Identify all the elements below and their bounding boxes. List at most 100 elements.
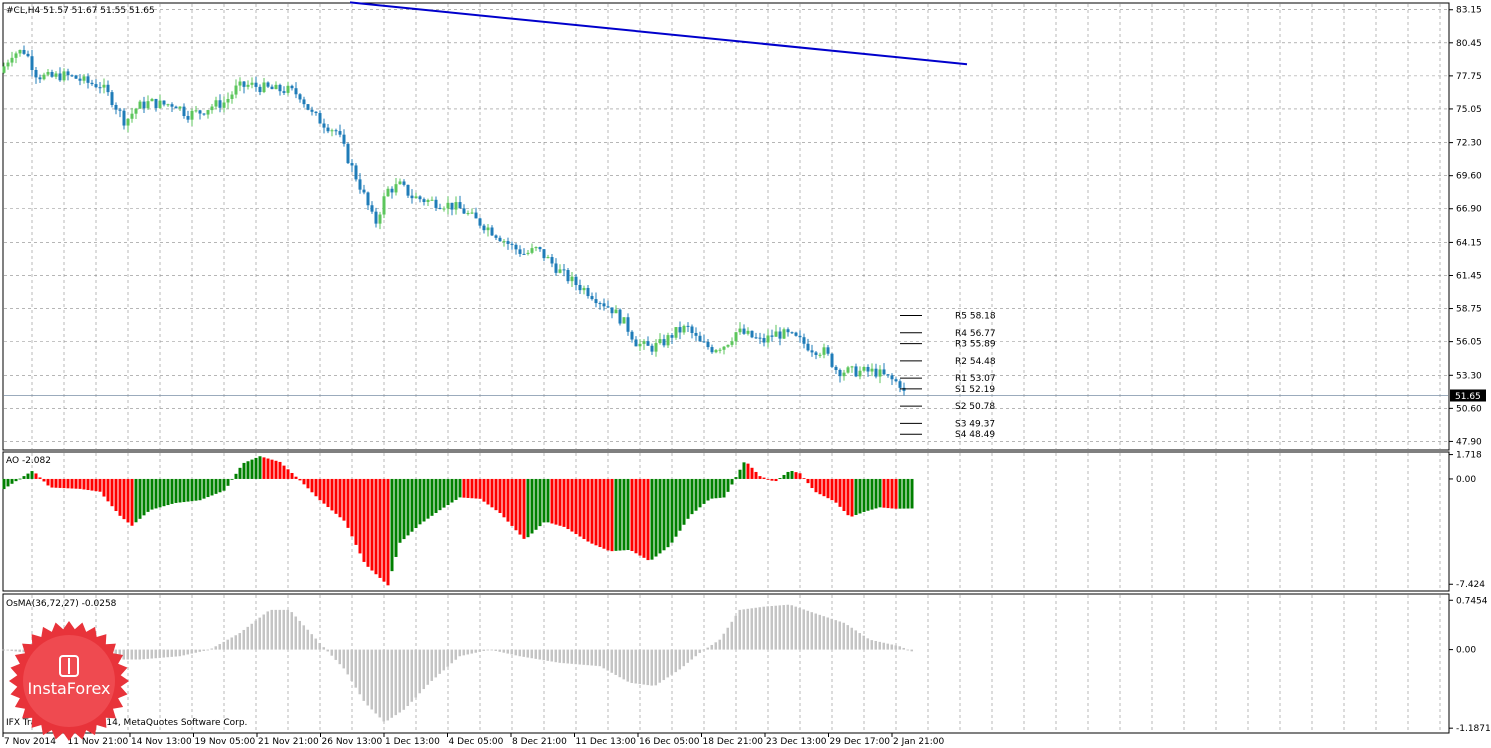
osma-bar <box>610 649 613 673</box>
ao-bar <box>502 478 506 518</box>
osma-bar <box>366 649 369 706</box>
candle-body <box>722 346 726 350</box>
price-title: #CL,H4 51.57 51.67 51.55 51.65 <box>6 6 155 16</box>
ao-bar <box>66 478 70 489</box>
candle-body <box>810 350 814 353</box>
candle-body <box>586 287 590 297</box>
pivot-label: R3 55.89 <box>955 340 996 350</box>
osma-bar <box>714 642 717 650</box>
osma-bar <box>498 649 501 652</box>
osma-bar <box>834 620 837 650</box>
ao-bar <box>646 478 650 561</box>
candle-body <box>134 108 138 114</box>
candle-body <box>446 202 450 209</box>
candle-body <box>370 205 374 212</box>
osma-bar <box>298 620 301 650</box>
ao-bar <box>10 478 14 484</box>
ao-bar <box>402 478 406 540</box>
ao-bar <box>858 478 862 514</box>
ao-bar <box>30 471 34 479</box>
candle-body <box>486 227 490 231</box>
ao-bar <box>810 478 814 489</box>
candle-body <box>746 330 750 334</box>
osma-bar <box>522 649 525 657</box>
ao-bar <box>302 478 306 485</box>
ao-bar <box>678 478 682 531</box>
osma-bar <box>738 609 741 650</box>
osma-bar <box>646 649 649 686</box>
osma-bar <box>326 649 329 652</box>
candle-body <box>314 111 318 114</box>
candle-body <box>454 202 458 210</box>
y-tick-label: 0.00 <box>1456 646 1476 656</box>
candle-body <box>482 225 486 231</box>
candle-body <box>498 237 502 242</box>
candle-body <box>366 192 370 206</box>
candle-body <box>346 143 350 164</box>
ao-bar <box>882 478 886 508</box>
osma-bar <box>202 649 205 651</box>
ao-bar <box>690 478 694 515</box>
osma-bar <box>314 638 317 650</box>
x-tick-label: 19 Nov 05:00 <box>195 737 256 747</box>
candle-body <box>298 94 302 100</box>
osma-bar <box>802 609 805 650</box>
x-tick-label: 11 Dec 13:00 <box>576 737 637 747</box>
candle-body <box>662 339 666 346</box>
osma-bar <box>458 649 461 657</box>
candle-body <box>870 368 874 372</box>
ao-bar <box>118 478 122 516</box>
candle-body <box>70 75 74 77</box>
candle-body <box>578 285 582 291</box>
ao-bar <box>390 478 394 572</box>
candle-body <box>30 56 34 71</box>
ao-bar <box>286 469 290 479</box>
osma-bar <box>538 649 541 660</box>
osma-bar <box>758 607 761 650</box>
y-tick-label: 66.90 <box>1456 205 1482 215</box>
osma-bar <box>754 607 757 650</box>
osma-bar <box>850 627 853 650</box>
ao-bar <box>806 478 810 484</box>
candle-body <box>414 196 418 199</box>
candle-body <box>638 343 642 347</box>
candle-body <box>546 257 550 259</box>
ao-bar <box>706 478 710 501</box>
ao-bar <box>838 478 842 507</box>
osma-bar <box>442 649 445 671</box>
candle-body <box>674 327 678 338</box>
osma-bar <box>518 649 521 657</box>
osma-bar <box>330 649 333 656</box>
ao-bar <box>486 478 490 505</box>
osma-bar <box>562 649 565 664</box>
osma-bar <box>542 649 545 661</box>
osma-bar <box>146 649 149 659</box>
osma-bar <box>450 649 453 664</box>
candle-body <box>666 335 670 346</box>
ao-bar <box>110 478 114 507</box>
candle-body <box>90 82 94 85</box>
candle-body <box>710 347 714 353</box>
candle-body <box>118 109 122 111</box>
y-tick-label: 80.45 <box>1456 39 1482 49</box>
ao-bar <box>526 478 530 538</box>
ao-bar <box>234 473 238 479</box>
candle-body <box>730 341 734 345</box>
osma-bar <box>150 649 153 659</box>
osma-bar <box>134 649 137 660</box>
osma-bar <box>402 649 405 710</box>
ao-bar <box>870 478 874 510</box>
ao-bar <box>54 478 58 488</box>
osma-bar <box>650 649 653 686</box>
ao-bar <box>190 478 194 502</box>
osma-bar <box>210 648 213 650</box>
ao-bar <box>398 478 402 543</box>
candle-body <box>738 328 742 333</box>
ao-bar <box>270 459 274 479</box>
ao-bar <box>318 478 322 501</box>
candle-body <box>846 367 850 373</box>
candle-body <box>254 82 258 87</box>
ao-bar <box>818 478 822 495</box>
candle-body <box>230 94 234 99</box>
osma-bar <box>770 606 773 650</box>
